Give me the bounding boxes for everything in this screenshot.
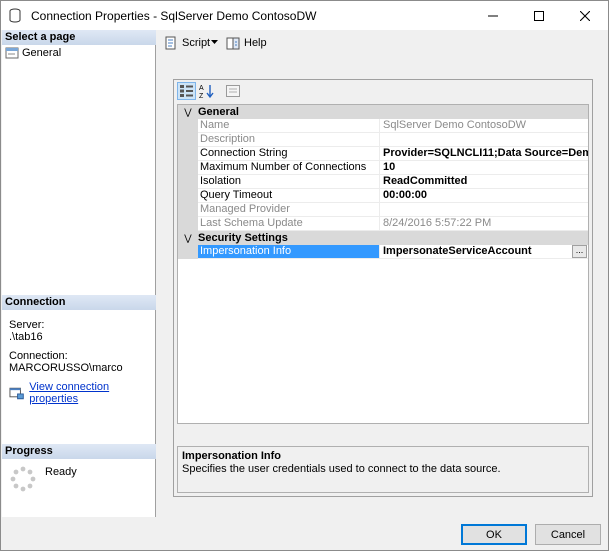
- description-text: Specifies the user credentials used to c…: [182, 463, 501, 475]
- property-row-name[interactable]: Name SqlServer Demo ContosoDW: [178, 119, 588, 133]
- property-value[interactable]: SqlServer Demo ContosoDW: [380, 119, 588, 133]
- script-button[interactable]: Script: [163, 35, 210, 51]
- ok-button[interactable]: OK: [461, 524, 527, 545]
- property-value[interactable]: ReadCommitted: [380, 175, 588, 189]
- property-row-query-timeout[interactable]: Query Timeout 00:00:00: [178, 189, 588, 203]
- properties-icon: [9, 387, 24, 400]
- toolbar: Script Help: [157, 30, 608, 56]
- minimize-icon: [488, 15, 498, 16]
- categorized-icon: [180, 85, 193, 97]
- category-label: General: [198, 106, 239, 118]
- property-pages-button[interactable]: [223, 82, 242, 100]
- category-general[interactable]: ⋁ General: [178, 105, 588, 119]
- connection-value: MARCORUSSO\marco: [9, 362, 123, 374]
- category-label: Security Settings: [198, 232, 288, 244]
- sort-alphabetical-icon: A Z: [199, 85, 214, 99]
- property-name: Connection String: [198, 147, 380, 161]
- maximize-icon: [534, 10, 544, 21]
- description-title: Impersonation Info: [182, 450, 281, 462]
- help-book-icon: [226, 37, 240, 50]
- property-row-managed-provider[interactable]: Managed Provider: [178, 203, 588, 217]
- property-row-max-connections[interactable]: Maximum Number of Connections 10: [178, 161, 588, 175]
- progress-status: Ready: [45, 466, 77, 478]
- property-value[interactable]: [380, 203, 588, 217]
- description-panel: Impersonation Info Specifies the user cr…: [177, 446, 589, 493]
- property-row-connection-string[interactable]: Connection String Provider=SQLNCLI11;Dat…: [178, 147, 588, 161]
- grid-toolbar: A Z: [174, 80, 592, 102]
- property-name: Last Schema Update: [198, 217, 380, 231]
- property-row-isolation[interactable]: Isolation ReadCommitted: [178, 175, 588, 189]
- property-pages-icon: [225, 85, 240, 97]
- close-button[interactable]: [562, 1, 608, 30]
- property-value[interactable]: [380, 133, 588, 147]
- help-button[interactable]: Help: [225, 35, 267, 51]
- progress-header: Progress: [2, 444, 156, 459]
- property-grid: ⋁ General Name SqlServer Demo ContosoDW …: [177, 104, 589, 424]
- svg-text:A: A: [199, 85, 204, 92]
- property-value[interactable]: 10: [380, 161, 588, 175]
- property-name: Managed Provider: [198, 203, 380, 217]
- property-row-last-schema-update[interactable]: Last Schema Update 8/24/2016 5:57:22 PM: [178, 217, 588, 231]
- progress-spinner-icon: [10, 466, 36, 492]
- connection-properties-window: Connection Properties - SqlServer Demo C…: [0, 0, 609, 551]
- property-name: Isolation: [198, 175, 380, 189]
- script-label: Script: [182, 37, 211, 49]
- property-name: Name: [198, 119, 380, 133]
- server-value: .\tab16: [9, 331, 43, 343]
- svg-text:Z: Z: [199, 93, 204, 99]
- property-value[interactable]: ImpersonateServiceAccount: [380, 245, 588, 259]
- category-security-settings[interactable]: ⋁ Security Settings: [178, 231, 588, 245]
- server-label: Server:: [9, 319, 45, 331]
- property-name: Description: [198, 133, 380, 147]
- database-icon: [9, 8, 21, 23]
- view-connection-properties-link[interactable]: View connection properties: [29, 381, 155, 405]
- categorized-button[interactable]: [177, 82, 196, 100]
- view-connection-properties[interactable]: View connection properties: [9, 381, 155, 405]
- connection-label: Connection:: [9, 350, 68, 362]
- collapse-chevron-icon[interactable]: ⋁: [178, 107, 198, 118]
- connection-header: Connection: [2, 295, 156, 310]
- title-bar[interactable]: Connection Properties - SqlServer Demo C…: [1, 1, 608, 30]
- property-row-description[interactable]: Description: [178, 133, 588, 147]
- window-title: Connection Properties - SqlServer Demo C…: [31, 9, 317, 23]
- collapse-chevron-icon[interactable]: ⋁: [178, 233, 198, 244]
- property-row-impersonation-info[interactable]: Impersonation Info ImpersonateServiceAcc…: [178, 245, 588, 259]
- page-item-general[interactable]: General: [5, 46, 61, 60]
- minimize-button[interactable]: [470, 1, 516, 30]
- script-icon: [165, 36, 176, 50]
- property-value[interactable]: Provider=SQLNCLI11;Data Source=Demo;: [380, 147, 588, 161]
- left-pane: Select a page General Connection Server:…: [2, 30, 156, 517]
- property-name: Maximum Number of Connections: [198, 161, 380, 175]
- close-icon: [580, 10, 590, 21]
- maximize-button[interactable]: [516, 1, 562, 30]
- property-grid-container: A Z ⋁ General Name SqlServer Demo Contos…: [173, 79, 593, 497]
- help-label: Help: [244, 37, 267, 49]
- alphabetical-button[interactable]: A Z: [197, 82, 216, 100]
- ellipsis-button[interactable]: ...: [572, 245, 587, 258]
- page-item-label: General: [22, 47, 62, 59]
- property-value[interactable]: 00:00:00: [380, 189, 588, 203]
- property-value[interactable]: 8/24/2016 5:57:22 PM: [380, 217, 588, 231]
- property-name: Impersonation Info: [198, 245, 380, 259]
- cancel-button[interactable]: Cancel: [535, 524, 601, 545]
- wrench-page-icon: [5, 47, 19, 59]
- select-page-header: Select a page: [2, 30, 156, 45]
- property-name: Query Timeout: [198, 189, 380, 203]
- script-dropdown-icon[interactable]: [211, 39, 218, 45]
